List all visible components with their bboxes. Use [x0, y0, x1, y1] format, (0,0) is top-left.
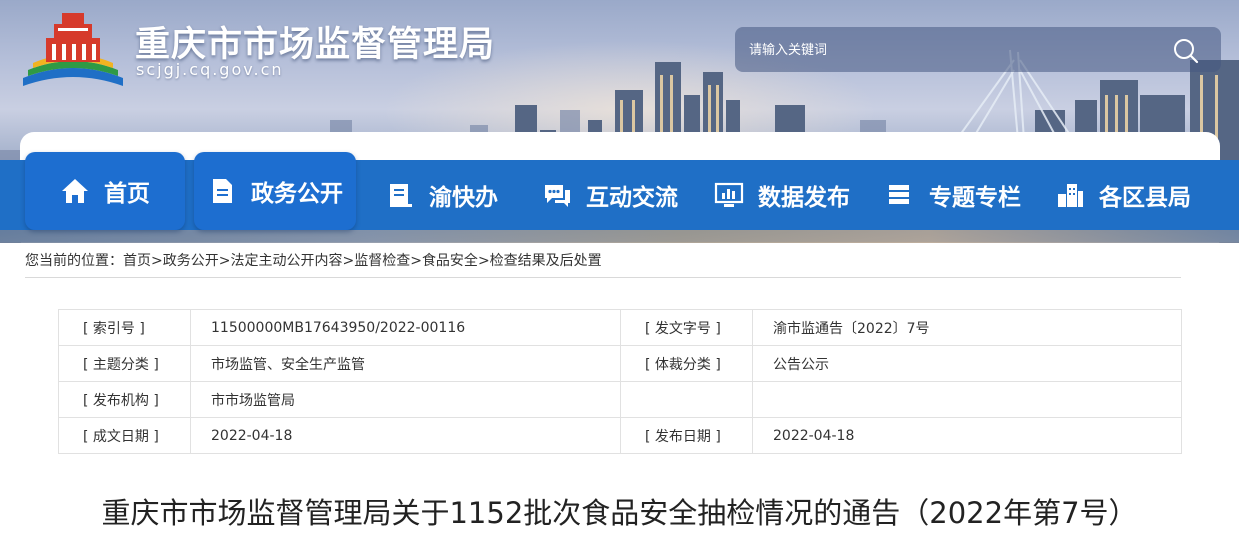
breadcrumb-separator: > [477, 253, 490, 269]
info-value-empty [752, 381, 1182, 418]
buildings-icon [1055, 180, 1085, 210]
info-label-publisher: [ 发布机构 ] [58, 381, 191, 418]
table-row: [ 成文日期 ] 2022-04-18 [ 发布日期 ] 2022-04-18 [58, 417, 1182, 454]
search-box [735, 27, 1221, 72]
nav-item-label: 政务公开 [251, 181, 343, 207]
info-label-topic: [ 主题分类 ] [58, 345, 191, 382]
site-domain: scjgj.cq.gov.cn [136, 60, 284, 79]
info-value-index-number: 11500000MB17643950/2022-00116 [190, 309, 621, 346]
info-value-genre: 公告公示 [752, 345, 1182, 382]
info-value-document-number: 渝市监通告〔2022〕7号 [752, 309, 1182, 346]
nav-item-special-topics[interactable]: 专题专栏 [885, 160, 1021, 230]
breadcrumb-link-statutory-disclosure[interactable]: 法定主动公开内容 [230, 250, 342, 270]
table-row: [ 发布机构 ] 市市场监管局 [58, 381, 1182, 418]
layers-icon [885, 180, 915, 210]
nav-bottom-strip [0, 230, 1239, 243]
breadcrumb-link-government-affairs[interactable]: 政务公开 [163, 250, 219, 270]
breadcrumb-separator: > [218, 253, 231, 269]
chart-monitor-icon [714, 180, 744, 210]
book-icon [385, 180, 415, 210]
nav-item-home[interactable]: 首页 [25, 152, 185, 230]
document-icon [207, 176, 237, 206]
info-value-publish-date: 2022-04-18 [752, 417, 1182, 454]
breadcrumb-link-supervision-inspection[interactable]: 监督检查 [354, 250, 410, 270]
nav-item-label: 各区县局 [1099, 185, 1191, 211]
nav-item-district-bureaus[interactable]: 各区县局 [1055, 160, 1191, 230]
breadcrumb: 您当前的位置：首页>政务公开>法定主动公开内容>监督检查>食品安全>检查结果及后… [25, 250, 1181, 278]
breadcrumb-link-food-safety[interactable]: 食品安全 [422, 250, 478, 270]
breadcrumb-separator: > [342, 253, 355, 269]
breadcrumb-link-home[interactable]: 首页 [123, 250, 151, 270]
breadcrumb-separator: > [410, 253, 422, 269]
nav-item-label: 数据发布 [758, 185, 850, 211]
nav-item-government-affairs[interactable]: 政务公开 [194, 152, 356, 230]
bureau-logo [23, 13, 123, 86]
table-row: [ 主题分类 ] 市场监管、安全生产监管 [ 体裁分类 ] 公告公示 [58, 345, 1182, 382]
nav-item-label: 互动交流 [586, 185, 678, 211]
info-label-publish-date: [ 发布日期 ] [620, 417, 753, 454]
search-input[interactable] [749, 38, 1149, 62]
info-value-written-date: 2022-04-18 [190, 417, 621, 454]
info-value-topic: 市场监管、安全生产监管 [190, 345, 621, 382]
nav-item-data-release[interactable]: 数据发布 [714, 160, 850, 230]
table-row: [ 索引号 ] 11500000MB17643950/2022-00116 [ … [58, 309, 1182, 346]
home-icon [60, 176, 90, 206]
nav-item-interaction[interactable]: 互动交流 [542, 160, 678, 230]
info-label-empty [620, 381, 753, 418]
document-info-table: [ 索引号 ] 11500000MB17643950/2022-00116 [ … [58, 309, 1182, 454]
breadcrumb-prefix: 您当前的位置： [25, 253, 123, 269]
nav-item-label: 专题专栏 [929, 185, 1021, 211]
info-label-genre: [ 体裁分类 ] [620, 345, 753, 382]
chat-icon [542, 180, 572, 210]
article-title: 重庆市市场监督管理局关于1152批次食品安全抽检情况的通告（2022年第7号） [101, 496, 1138, 530]
breadcrumb-link-inspection-results[interactable]: 检查结果及后处置 [490, 250, 602, 270]
breadcrumb-separator: > [151, 253, 163, 269]
nav-item-label: 渝快办 [429, 185, 498, 211]
search-icon[interactable] [1172, 37, 1200, 65]
info-label-index-number: [ 索引号 ] [58, 309, 191, 346]
info-label-written-date: [ 成文日期 ] [58, 417, 191, 454]
info-label-document-number: [ 发文字号 ] [620, 309, 753, 346]
nav-item-label: 首页 [104, 181, 150, 207]
nav-item-yukuaiban[interactable]: 渝快办 [385, 160, 498, 230]
info-value-publisher: 市市场监管局 [190, 381, 621, 418]
